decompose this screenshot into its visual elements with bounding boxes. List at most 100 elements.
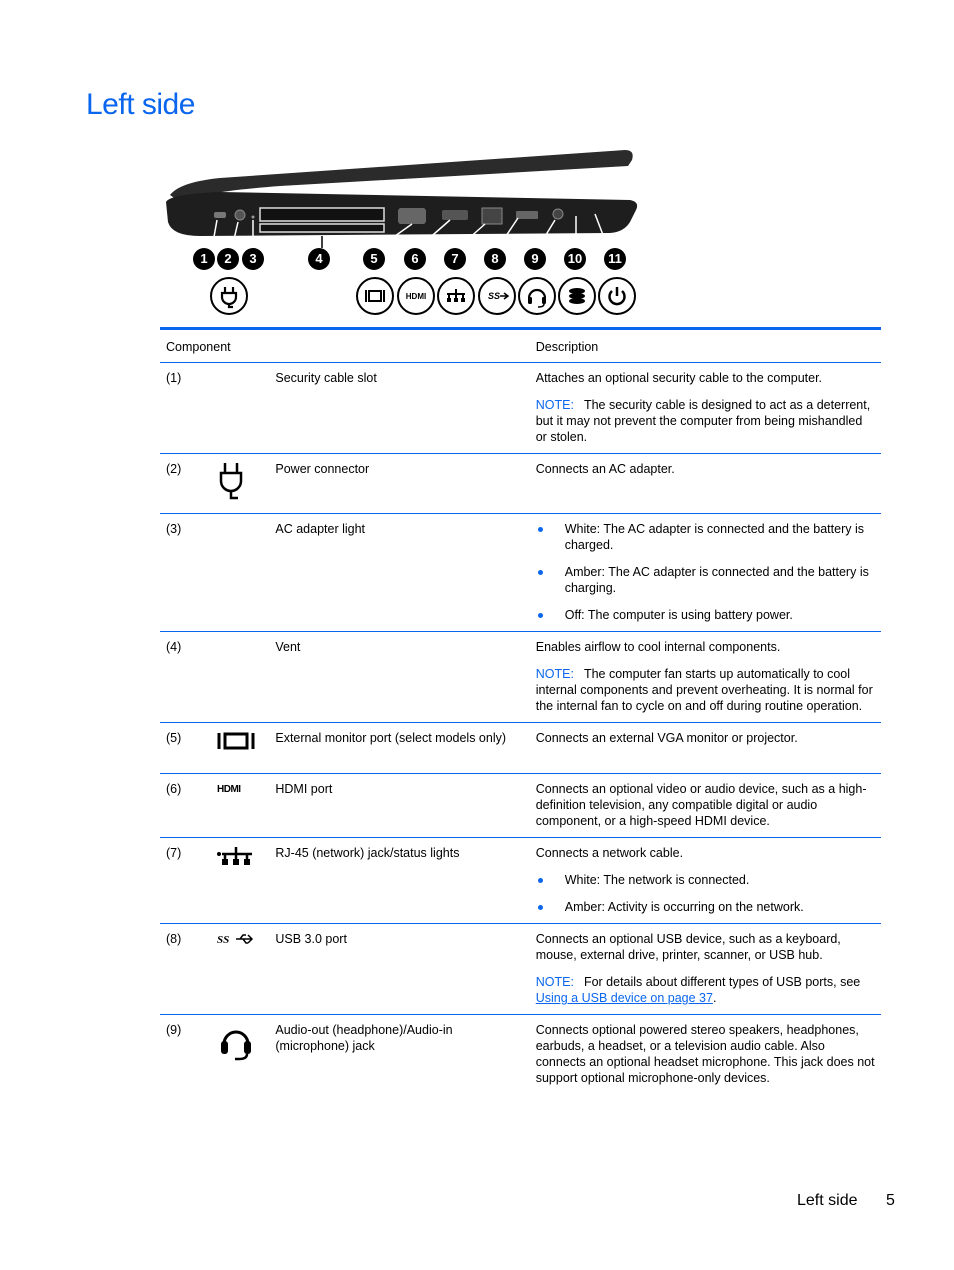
component-description: Connects an AC adapter. <box>530 454 881 514</box>
network-rj45-icon <box>437 277 475 315</box>
description-text: Connects an AC adapter. <box>535 462 675 476</box>
callout-1: 1 <box>193 248 215 270</box>
list-item: Amber: Activity is occurring on the netw… <box>536 899 875 915</box>
power-icon <box>598 277 636 315</box>
component-icon-cell: SS <box>212 924 270 1015</box>
component-name: Vent <box>275 640 301 654</box>
component-number: (4) <box>166 640 182 654</box>
list-item: White: The network is connected. <box>536 872 875 888</box>
note-text: The security cable is designed to act as… <box>535 398 871 444</box>
power-jack <box>234 209 246 221</box>
rj45-port <box>481 207 503 225</box>
usb-device-page-link[interactable]: Using a USB device on page 37 <box>536 991 713 1005</box>
component-number: (9) <box>166 1023 182 1037</box>
headset-icon <box>216 1022 264 1062</box>
callout-3: 3 <box>242 248 264 270</box>
component-icon-cell <box>212 632 270 723</box>
description-text: Attaches an optional security cable to t… <box>535 371 823 385</box>
table-row: (9) Audio-out (headphone)/Audio-in (micr… <box>160 1015 881 1095</box>
component-name: Power connector <box>275 462 370 476</box>
component-icon-cell <box>212 454 270 514</box>
note-label: NOTE: <box>535 975 574 989</box>
component-number: (2) <box>166 462 182 476</box>
column-header-description: Description <box>535 340 599 354</box>
list-item: Amber: The AC adapter is connected and t… <box>536 564 875 596</box>
component-icon-cell <box>212 1015 270 1095</box>
svg-text:HDMI: HDMI <box>217 784 241 795</box>
note-label: NOTE: <box>535 398 574 412</box>
note-label: NOTE: <box>535 667 574 681</box>
component-name: External monitor port (select models onl… <box>275 731 507 745</box>
note-text: For details about different types of USB… <box>583 975 861 989</box>
component-number: (1) <box>166 371 182 385</box>
hdmi-icon: HDMI <box>216 781 264 795</box>
vga-port <box>398 208 426 224</box>
callout-8: 8 <box>484 248 506 270</box>
svg-text:SS: SS <box>217 934 229 946</box>
component-description: Connects an external VGA monitor or proj… <box>530 723 881 774</box>
vga-monitor-icon <box>216 730 264 752</box>
status-list: White: The network is connected. Amber: … <box>536 872 875 915</box>
component-name: AC adapter light <box>275 522 366 536</box>
table-row: (6) HDMI HDMI port Connects an optional … <box>160 774 881 838</box>
table-row: (5) External monitor port (select models… <box>160 723 881 774</box>
list-item: White: The AC adapter is connected and t… <box>536 521 875 553</box>
component-name: USB 3.0 port <box>275 932 347 946</box>
callout-10: 10 <box>564 248 586 270</box>
svg-text:HDMI: HDMI <box>406 292 426 301</box>
ac-light <box>251 215 255 219</box>
description-text: Connects an optional video or audio devi… <box>535 782 867 828</box>
component-description: Connects a network cable. White: The net… <box>530 838 881 924</box>
component-icon-cell <box>212 363 270 454</box>
hdmi-icon: HDMI <box>397 277 435 315</box>
component-description: Enables airflow to cool internal compone… <box>530 632 881 723</box>
component-description: Connects an optional USB device, such as… <box>530 924 881 1015</box>
footer-page-number: 5 <box>886 1192 895 1209</box>
callout-4: 4 <box>308 248 330 270</box>
note: NOTE: The computer fan starts up automati… <box>536 666 875 714</box>
power-plug-icon <box>216 461 264 505</box>
table-row: (4) Vent Enables airflow to cool interna… <box>160 632 881 723</box>
svg-text:SS: SS <box>488 291 500 301</box>
security-slot <box>214 212 226 218</box>
callout-5: 5 <box>363 248 385 270</box>
footer-section-title: Left side <box>797 1192 858 1209</box>
list-item: Off: The computer is using battery power… <box>536 607 875 623</box>
description-text: Enables airflow to cool internal compone… <box>535 640 781 654</box>
audio-jack <box>552 208 564 220</box>
usb-port <box>516 211 538 219</box>
description-text: Connects an external VGA monitor or proj… <box>535 731 798 745</box>
vga-monitor-icon <box>356 277 394 315</box>
column-header-component: Component <box>166 340 231 354</box>
callout-2: 2 <box>217 248 239 270</box>
table-row: (1) Security cable slot Attaches an opti… <box>160 363 881 454</box>
power-plug-icon <box>210 277 248 315</box>
component-name: RJ-45 (network) jack/status lights <box>275 846 460 860</box>
note-end: . <box>712 991 717 1005</box>
component-icon-cell <box>212 514 270 632</box>
callout-6: 6 <box>404 248 426 270</box>
table-row: (7) RJ-45 (network) jack/status lights C… <box>160 838 881 924</box>
callout-9: 9 <box>524 248 546 270</box>
component-number: (5) <box>166 731 182 745</box>
component-icon-cell <box>212 838 270 924</box>
note: NOTE: For details about different types o… <box>536 974 875 1006</box>
page-title: Left side <box>86 88 195 121</box>
component-icon-cell: HDMI <box>212 774 270 838</box>
hdmi-port <box>442 210 468 220</box>
component-description: Connects an optional video or audio devi… <box>530 774 881 838</box>
component-name: Security cable slot <box>275 371 377 385</box>
component-name: HDMI port <box>275 782 333 796</box>
note: NOTE: The security cable is designed to a… <box>536 397 875 445</box>
component-number: (8) <box>166 932 182 946</box>
callout-row: 1 2 3 4 5 6 7 8 9 10 11 <box>160 248 650 272</box>
note-text: The computer fan starts up automatically… <box>535 667 873 713</box>
table-row: (8) SS USB 3.0 port Connects an optional… <box>160 924 881 1015</box>
description-text: Connects optional powered stereo speaker… <box>535 1023 875 1085</box>
usb-3-ss-icon: SS <box>216 931 264 947</box>
component-number: (3) <box>166 522 182 536</box>
component-number: (7) <box>166 846 182 860</box>
component-description: Connects optional powered stereo speaker… <box>530 1015 881 1095</box>
network-rj45-icon <box>216 845 264 867</box>
hard-drive-icon <box>558 277 596 315</box>
